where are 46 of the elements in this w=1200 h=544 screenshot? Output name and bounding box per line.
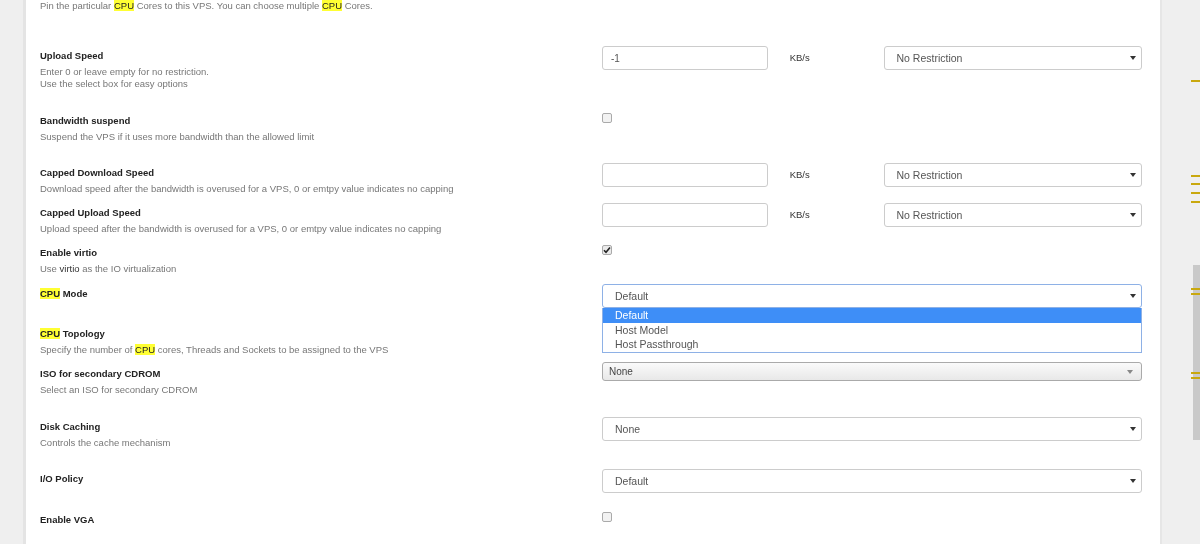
field-description: Controls the cache mechanism	[40, 437, 172, 449]
speed-select[interactable]: No Restriction	[883, 163, 1142, 187]
field-label: Enable virtio	[40, 247, 98, 259]
speed-input[interactable]	[602, 163, 768, 187]
field-description: Enter 0 or leave empty for no restriction.	[40, 66, 210, 78]
field-label: Capped Upload Speed	[40, 207, 142, 219]
field-label: Upload Speed	[40, 50, 105, 62]
dropdown-select[interactable]: None	[602, 362, 1142, 381]
field-description: Upload speed after the bandwidth is overused for a VPS, 0 or emtpy value indicates no capping	[40, 223, 443, 235]
speed-input[interactable]	[602, 203, 768, 227]
unit-label: KB/s	[789, 208, 811, 220]
field-description: Specify the number of CPU cores, Threads and Sockets to be assigned to the VPS	[40, 344, 390, 356]
checkbox[interactable]	[602, 113, 612, 123]
checkbox[interactable]	[602, 512, 612, 522]
dropdown-select[interactable]: Default	[602, 284, 1142, 308]
speed-select[interactable]: No Restriction	[883, 46, 1142, 70]
field-label: Enable VGA	[40, 514, 96, 526]
dropdown-option[interactable]: Host Model	[603, 322, 1141, 337]
field-description: Suspend the VPS if it uses more bandwidth than the allowed limit	[40, 131, 316, 143]
speed-select[interactable]: No Restriction	[883, 203, 1142, 227]
unit-label: KB/s	[789, 168, 811, 180]
field-description: Use virtio as the IO virtualization	[40, 263, 178, 275]
field-label: Bandwidth suspend	[40, 115, 132, 127]
caret-icon	[1127, 369, 1133, 374]
dropdown-select[interactable]: Default	[602, 469, 1142, 493]
caret-icon	[1130, 294, 1136, 298]
field-description: Download speed after the bandwidth is overused for a VPS, 0 or emtpy value indicates no capping	[40, 183, 455, 195]
unit-label: KB/s	[789, 51, 811, 63]
caret-icon	[1130, 56, 1136, 60]
checkbox[interactable]	[602, 245, 612, 255]
field-description: Use the select box for easy options	[40, 78, 189, 90]
caret-icon	[1130, 427, 1136, 431]
speed-input[interactable]: -1	[602, 46, 768, 70]
field-label: CPU Topology	[40, 328, 106, 340]
field-label: Disk Caching	[40, 421, 102, 433]
description-text: Pin the particular CPU Cores to this VPS. You can choose multiple CPU Cores.	[40, 0, 374, 13]
caret-icon	[1130, 479, 1136, 483]
field-description: Select an ISO for secondary CDROM	[40, 384, 199, 396]
caret-icon	[1130, 213, 1136, 217]
dropdown-select[interactable]: None	[602, 417, 1142, 441]
dropdown-option[interactable]: Host Passthrough	[603, 337, 1141, 352]
caret-icon	[1130, 173, 1136, 177]
field-label: ISO for secondary CDROM	[40, 368, 162, 380]
field-label: I/O Policy	[40, 473, 85, 485]
field-label: Capped Download Speed	[40, 167, 155, 179]
field-label: CPU Mode	[40, 288, 89, 300]
